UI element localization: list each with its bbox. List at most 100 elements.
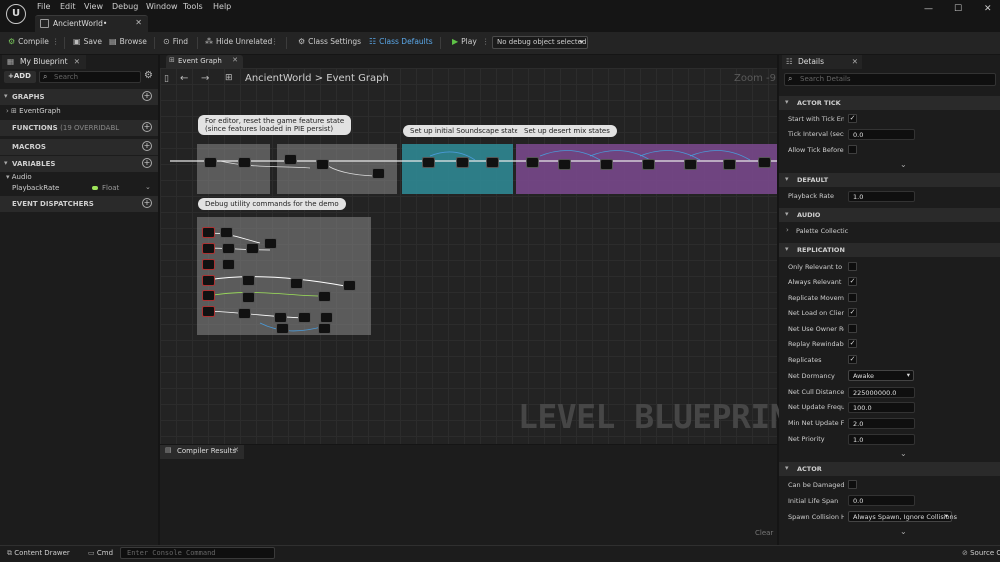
graph-node[interactable] <box>222 259 235 270</box>
expand-advanced-icon[interactable]: ⌄ <box>900 449 907 458</box>
net-use-owner-checkbox[interactable] <box>848 324 857 333</box>
comment-soundscape[interactable]: Set up initial Soundscape states <box>403 125 530 137</box>
chevron-down-icon[interactable]: ⌄ <box>145 183 151 191</box>
hide-options-icon[interactable]: ⋮ <box>271 37 279 46</box>
hide-unrelated-button[interactable]: ⁂ Hide Unrelated <box>205 37 272 46</box>
save-button[interactable]: ▣ Save <box>73 37 102 46</box>
compile-button[interactable]: ⚙ Compile <box>8 37 49 46</box>
graph-node[interactable] <box>723 159 736 170</box>
graph-node[interactable] <box>274 312 287 323</box>
expand-arrow-icon[interactable]: › <box>786 226 789 234</box>
graph-node[interactable] <box>238 308 251 319</box>
add-graph-icon[interactable]: + <box>142 91 152 101</box>
graph-node[interactable] <box>526 157 539 168</box>
event-dispatchers-section-header[interactable]: EVENT DISPATCHERS + <box>0 196 158 212</box>
variable-item-playbackrate[interactable]: PlaybackRate Float ⌄ <box>12 183 156 192</box>
graph-node[interactable] <box>600 159 613 170</box>
maximize-icon[interactable]: ☐ <box>954 4 962 14</box>
graph-node[interactable] <box>558 159 571 170</box>
breadcrumb-root[interactable]: AncientWorld <box>245 73 312 84</box>
net-priority-field[interactable]: 1.0 <box>848 434 915 445</box>
graph-node[interactable] <box>238 157 251 168</box>
graph-node[interactable] <box>316 159 329 170</box>
graph-node[interactable] <box>486 157 499 168</box>
tab-event-graph[interactable]: ⊞ Event Graph ✕ <box>166 55 243 68</box>
spawn-collision-select[interactable]: Always Spawn, Ignore Collisions ▾ <box>848 511 957 522</box>
graph-node[interactable] <box>246 243 259 254</box>
graph-node[interactable] <box>298 312 311 323</box>
play-button[interactable]: ▶ Play <box>452 37 477 46</box>
menu-edit[interactable]: Edit <box>60 2 76 11</box>
graph-node[interactable] <box>343 280 356 291</box>
menu-help[interactable]: Help <box>213 2 231 11</box>
graph-node[interactable] <box>276 323 289 334</box>
content-drawer-button[interactable]: ⧉ Content Drawer <box>7 549 70 558</box>
replicates-checkbox[interactable]: ✓ <box>848 355 857 364</box>
start-with-tick-checkbox[interactable]: ✓ <box>848 114 857 123</box>
close-icon[interactable]: ✕ <box>984 4 992 14</box>
replicate-movement-checkbox[interactable] <box>848 293 857 302</box>
comment-debug-utility[interactable]: Debug utility commands for the demo <box>198 198 346 210</box>
graphs-section-header[interactable]: ▾ GRAPHS + <box>0 89 158 105</box>
functions-section-header[interactable]: FUNCTIONS (19 OVERRIDABL + <box>0 120 158 136</box>
graph-node[interactable] <box>318 291 331 302</box>
back-arrow-icon[interactable]: ← <box>180 73 188 84</box>
add-function-icon[interactable]: + <box>142 122 152 132</box>
compile-options-icon[interactable]: ⋮ <box>52 37 60 46</box>
close-tab-icon[interactable]: ✕ <box>232 56 238 64</box>
graph-node[interactable] <box>290 278 303 289</box>
graph-node[interactable] <box>202 259 215 270</box>
class-settings-button[interactable]: ⚙ Class Settings <box>298 37 361 46</box>
net-dormancy-select[interactable]: Awake ▾ <box>848 370 914 381</box>
net-cull-distance-field[interactable]: 225000000.0 <box>848 387 915 398</box>
add-button[interactable]: +ADD <box>4 71 36 83</box>
minimize-icon[interactable]: — <box>924 4 933 14</box>
graph-node[interactable] <box>758 157 771 168</box>
variables-section-header[interactable]: ▾ VARIABLES + <box>0 156 158 172</box>
prop-palette-collection[interactable]: Palette Collectic <box>796 227 866 235</box>
settings-gear-icon[interactable]: ⚙ <box>144 70 153 81</box>
allow-tick-checkbox[interactable] <box>848 145 857 154</box>
debug-object-select[interactable]: No debug object selected ▾ <box>492 36 588 49</box>
replay-rewindable-checkbox[interactable]: ✓ <box>848 339 857 348</box>
graph-node[interactable] <box>422 157 435 168</box>
graph-node[interactable] <box>318 323 331 334</box>
blueprint-search-input[interactable]: ⌕ Search <box>39 71 141 83</box>
details-tab[interactable]: ☷ Details ✕ <box>782 55 862 69</box>
graph-item-eventgraph[interactable]: › ⊞ EventGraph <box>6 107 61 115</box>
document-tab[interactable]: AncientWorld• ✕ <box>35 15 148 32</box>
section-audio[interactable]: ▾ AUDIO <box>779 208 1000 222</box>
compiler-results-tab[interactable]: ▤ Compiler Results ✕ <box>160 445 244 459</box>
graph-node[interactable] <box>242 292 255 303</box>
graph-node[interactable] <box>202 306 215 317</box>
play-options-icon[interactable]: ⋮ <box>482 37 490 46</box>
graph-node[interactable] <box>202 290 215 301</box>
tick-interval-field[interactable]: 0.0 <box>848 129 915 140</box>
close-tab-icon[interactable]: ✕ <box>74 57 80 66</box>
comment-desert-mix[interactable]: Set up desert mix states <box>517 125 617 137</box>
menu-view[interactable]: View <box>84 2 103 11</box>
console-command-input[interactable]: Enter Console Command <box>120 547 275 559</box>
variable-category-audio[interactable]: ▾ Audio <box>6 173 32 181</box>
graph-node[interactable] <box>220 227 233 238</box>
section-actor[interactable]: ▾ ACTOR <box>779 462 1000 476</box>
close-tab-icon[interactable]: ✕ <box>852 57 858 66</box>
net-update-frequency-field[interactable]: 100.0 <box>848 402 915 413</box>
macros-section-header[interactable]: MACROS + <box>0 139 158 155</box>
menu-window[interactable]: Window <box>146 2 178 11</box>
graph-node[interactable] <box>264 238 277 249</box>
graph-node[interactable] <box>242 275 255 286</box>
add-macro-icon[interactable]: + <box>142 141 152 151</box>
graph-node[interactable] <box>642 159 655 170</box>
section-actor-tick[interactable]: ▾ ACTOR TICK <box>779 96 1000 110</box>
forward-arrow-icon[interactable]: → <box>201 73 209 84</box>
initial-life-span-field[interactable]: 0.0 <box>848 495 915 506</box>
clear-button[interactable]: Clear <box>755 529 773 537</box>
graph-node[interactable] <box>202 275 215 286</box>
graph-node[interactable] <box>202 243 215 254</box>
menu-tools[interactable]: Tools <box>183 2 203 11</box>
event-graph-canvas[interactable]: For editor, reset the game feature state… <box>160 68 777 444</box>
unreal-logo-icon[interactable]: U <box>6 4 26 24</box>
class-defaults-button[interactable]: ☷ Class Defaults <box>369 37 433 46</box>
browse-button[interactable]: ▤ Browse <box>109 37 147 46</box>
